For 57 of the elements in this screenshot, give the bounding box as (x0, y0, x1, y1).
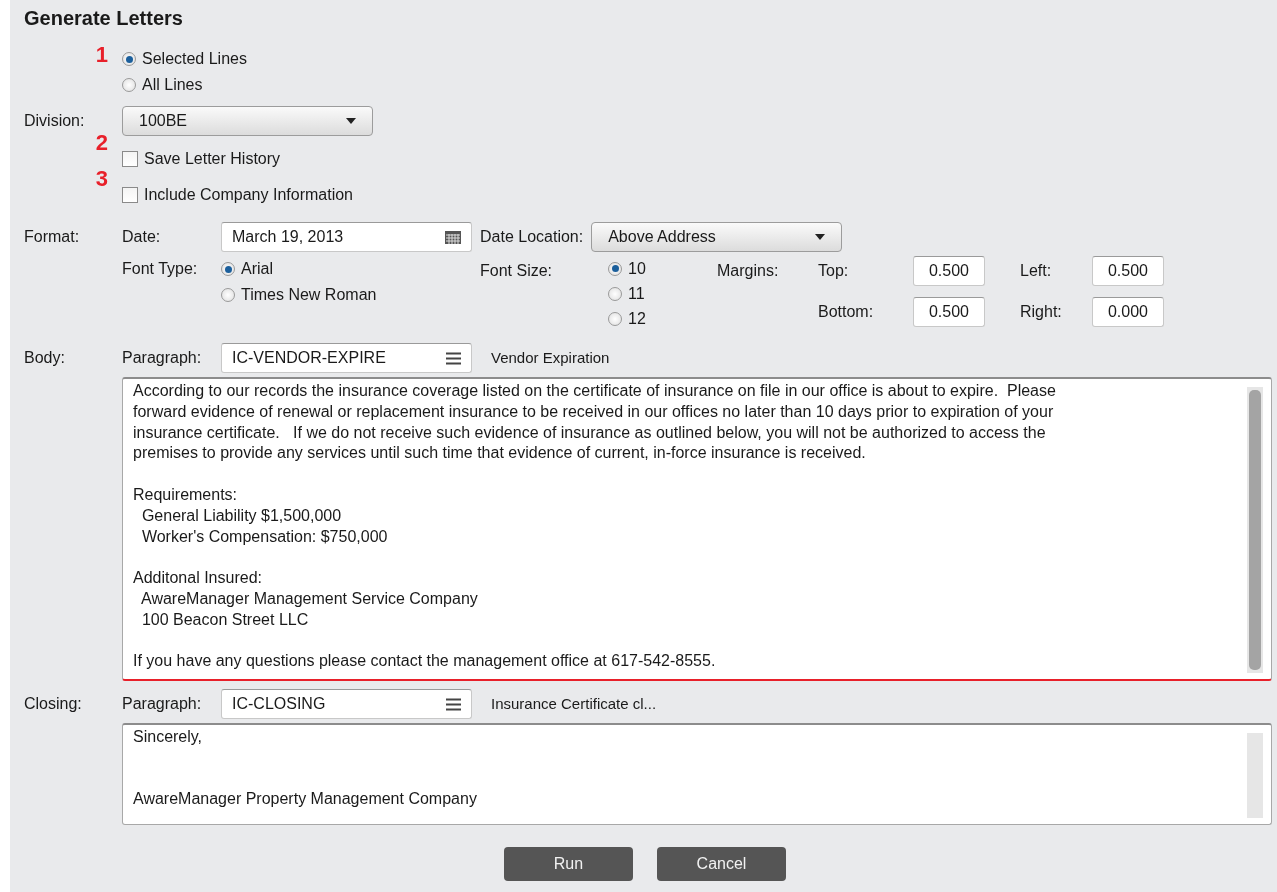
text-area[interactable]: According to our records the insurance coverage listed on the certificate of insurance on file in our office is about to expire. Please forward evidence of renewal or replacement insurance to be received in our offices no later than 10 days prior to expiration of your insurance certificate. If we do not receive such evidence of insurance as outlined below, you will not be authorized to access the premises to provide any services until such time that evidence of current, in-force insurance is received. Requirements: General Liability $1,500,000 Worker's Compensation: $750,000 Additonal Insured: AwareManager Management Service Company 100 Beacon Street LLC If you have any questions please contact the management office at 617-542-8555. (122, 377, 1272, 681)
radio-button[interactable] (122, 52, 136, 66)
radio-label: Arial (241, 259, 273, 279)
step-number: 2 (94, 132, 108, 154)
field-label: Right: (1020, 302, 1063, 322)
checkbox-label: Save Letter History (144, 149, 281, 169)
date-field[interactable]: March 19, 2013 (221, 222, 472, 252)
field-label: Font Size: (480, 261, 554, 281)
step-number: 3 (94, 168, 108, 190)
caret-icon (815, 234, 826, 240)
field-label: Date: (122, 227, 162, 247)
radio-button[interactable] (221, 262, 235, 276)
date-location-dropdown[interactable]: Above Address (591, 222, 843, 252)
radio-button[interactable] (608, 261, 622, 276)
radio-button[interactable] (608, 286, 622, 301)
field-label: Bottom: (818, 302, 875, 322)
radio-button[interactable] (122, 78, 136, 92)
radio-label: Selected Lines (142, 49, 247, 69)
section-label: Format: (24, 228, 80, 245)
field-label: Paragraph: (122, 348, 203, 368)
paragraph-description: Insurance Certificate cl... (491, 693, 657, 714)
checkbox[interactable] (122, 187, 138, 203)
field-label: Date Location: (480, 227, 584, 247)
field-label: Left: (1020, 261, 1053, 281)
margin-field[interactable]: 0.500 (913, 297, 985, 327)
menu-icon (446, 351, 461, 365)
checkbox[interactable] (122, 151, 138, 167)
menu-icon (446, 697, 461, 711)
field-label: Margins: (717, 261, 780, 281)
step-number: 1 (94, 44, 108, 66)
run-button[interactable]: Run (504, 847, 633, 881)
radio-label: Times New Roman (241, 285, 377, 305)
paragraph-description: Vendor Expiration (491, 347, 610, 368)
caret-icon (346, 118, 356, 124)
cancel-button[interactable]: Cancel (657, 847, 786, 881)
radio-label: 12 (628, 309, 646, 329)
field-label: Font Type: (122, 259, 199, 279)
radio-button[interactable] (608, 311, 622, 326)
radio-label: 10 (628, 259, 646, 279)
text-area[interactable]: Sincerely, AwareManager Property Management Company (122, 723, 1272, 825)
paragraph-field[interactable]: IC-VENDOR-EXPIRE (221, 343, 472, 373)
field-label: Division: (24, 112, 85, 129)
radio-label: 11 (628, 284, 645, 304)
section-label: Closing: (24, 695, 82, 712)
field-label: Paragraph: (122, 694, 203, 714)
radio-button[interactable] (221, 288, 235, 302)
radio-label: All Lines (142, 75, 203, 95)
field-label: Top: (818, 261, 850, 281)
division-dropdown[interactable]: 100BE (122, 106, 373, 136)
margin-field[interactable]: 0.500 (913, 256, 985, 286)
page-title: Generate Letters (24, 6, 184, 30)
paragraph-field[interactable]: IC-CLOSING (221, 689, 472, 719)
checkbox-label: Include Company Information (144, 185, 353, 205)
margin-field[interactable]: 0.500 (1092, 256, 1164, 286)
calendar-icon (445, 230, 461, 244)
margin-field[interactable]: 0.000 (1092, 297, 1164, 327)
section-label: Body: (24, 349, 65, 366)
